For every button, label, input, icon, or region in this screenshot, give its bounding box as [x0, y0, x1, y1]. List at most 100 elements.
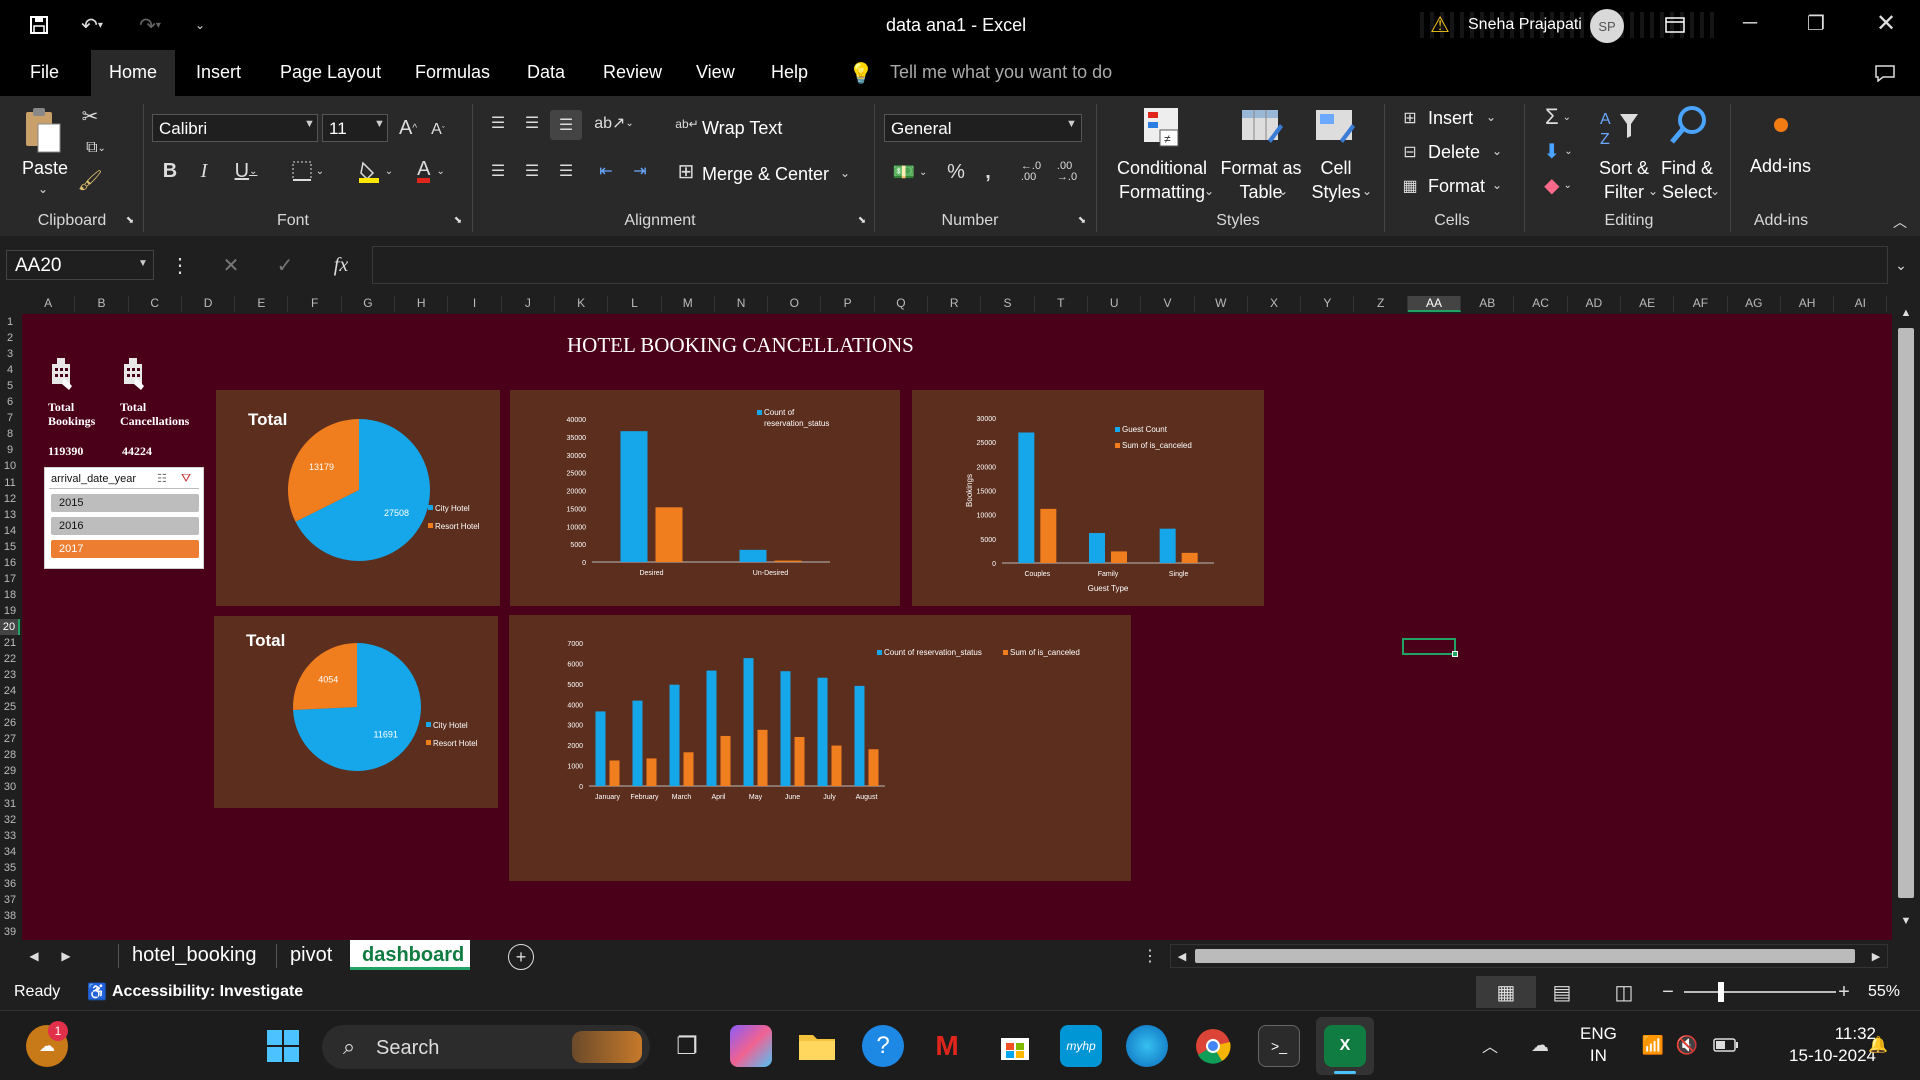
column-header[interactable]: AB [1461, 296, 1515, 312]
row-header[interactable]: 9 [0, 442, 20, 458]
insert-cells-icon[interactable]: ⊞ [1400, 106, 1420, 130]
comma-style-icon[interactable]: , [976, 158, 1000, 186]
orientation-icon[interactable]: ab↗ ⌄ [594, 110, 634, 136]
horizontal-scrollbar[interactable]: ◀ ▶ [1170, 944, 1888, 968]
zoom-slider-thumb[interactable] [1718, 982, 1724, 1002]
merge-center-button[interactable]: Merge & Center [702, 164, 829, 185]
row-header[interactable]: 11 [0, 475, 20, 491]
row-header[interactable]: 12 [0, 491, 20, 507]
column-header[interactable]: AE [1621, 296, 1675, 312]
selected-cell[interactable] [1402, 638, 1456, 655]
row-header[interactable]: 2 [0, 330, 20, 346]
column-header[interactable]: Z [1355, 296, 1408, 312]
tab-data[interactable]: Data [527, 62, 565, 83]
row-header[interactable]: 25 [0, 699, 20, 715]
more-icon[interactable]: ⋮ [170, 252, 190, 278]
column-header[interactable]: I [448, 296, 502, 312]
normal-view-icon[interactable]: ▦ [1492, 980, 1520, 1004]
format-as-table-icon[interactable] [1240, 104, 1284, 150]
row-header[interactable]: 29 [0, 763, 20, 779]
myhp-icon[interactable]: myhp [1060, 1025, 1102, 1067]
edge-icon[interactable] [1126, 1025, 1168, 1067]
clipboard-launcher-icon[interactable]: ⬊ [122, 212, 138, 228]
excel-taskbar-active-bg[interactable]: X [1316, 1017, 1374, 1075]
cell-styles-button[interactable]: Cell Styles [1306, 156, 1366, 204]
clear-icon[interactable]: ◆ ⌄ [1538, 172, 1578, 198]
alignment-launcher-icon[interactable]: ⬊ [854, 212, 870, 228]
column-header[interactable]: L [608, 296, 662, 312]
merge-dropdown-icon[interactable]: ⌄ [840, 166, 850, 180]
middle-align-icon[interactable]: ☰ [518, 110, 546, 136]
more-sheets-icon[interactable]: ⋮ [1140, 946, 1160, 966]
paste-icon[interactable] [22, 106, 62, 156]
find-select-icon[interactable] [1666, 104, 1712, 150]
user-name[interactable]: Sneha Prajapati [1468, 16, 1582, 34]
column-header[interactable]: AH [1781, 296, 1835, 312]
find-select-dropdown-icon[interactable]: ⌄ [1710, 184, 1720, 198]
add-ins-icon[interactable] [1774, 118, 1788, 132]
reservation-status-chart-panel[interactable]: 0 5000 10000 15000 20000 25000 30000 35000 40000… [510, 390, 900, 606]
column-header[interactable]: P [822, 296, 875, 312]
format-as-table-dropdown-icon[interactable]: ⌄ [1278, 184, 1288, 198]
clear-filter-icon[interactable]: ⛛ [181, 471, 191, 486]
vertical-scrollbar[interactable]: ▲ ▼ [1892, 294, 1920, 940]
conditional-formatting-button[interactable]: Conditional Formatting [1114, 156, 1210, 204]
column-header[interactable]: AD [1568, 296, 1621, 312]
align-center-icon[interactable]: ☰ [518, 158, 546, 184]
bottom-align-icon[interactable]: ☰ [550, 110, 582, 140]
column-header[interactable]: AA [1407, 296, 1462, 312]
sheet-tab-dashboard[interactable]: dashboard [362, 944, 464, 967]
column-header[interactable]: H [395, 296, 449, 312]
clock[interactable]: 11:32 15-10-2024 [1760, 1023, 1876, 1067]
onedrive-icon[interactable]: ☁ [1524, 1033, 1556, 1057]
row-header[interactable]: 30 [0, 779, 20, 795]
volume-muted-icon[interactable]: 🔇 [1674, 1033, 1700, 1057]
confirm-entry-icon[interactable]: ✓ [270, 252, 300, 278]
fill-handle[interactable] [1452, 651, 1458, 657]
copy-icon[interactable]: ⧉ ⌄ [78, 136, 114, 160]
row-header[interactable]: 20 [0, 618, 20, 636]
year-slicer[interactable]: arrival_date_year ☷ ⛛ 2015 2016 2017 [44, 467, 204, 569]
increase-indent-icon[interactable]: ⇥ [626, 158, 654, 184]
close-icon[interactable]: ✕ [1866, 8, 1906, 38]
column-header[interactable]: X [1248, 296, 1302, 312]
row-header[interactable]: 18 [0, 587, 20, 603]
row-header[interactable]: 37 [0, 892, 20, 908]
next-sheet-icon[interactable]: ▶ [56, 946, 76, 966]
horizontal-scroll-thumb[interactable] [1195, 949, 1855, 963]
monthly-chart-panel[interactable]: 0 1000 2000 3000 4000 5000 6000 7000 January Febr… [509, 615, 1131, 881]
scroll-right-icon[interactable]: ▶ [1865, 947, 1887, 965]
row-header[interactable]: 28 [0, 747, 20, 763]
conditional-formatting-dropdown-icon[interactable]: ⌄ [1204, 184, 1214, 198]
number-launcher-icon[interactable]: ⬊ [1074, 212, 1090, 228]
row-header[interactable]: 15 [0, 539, 20, 555]
percent-style-icon[interactable]: % [942, 158, 970, 186]
sort-filter-icon[interactable]: AZ [1598, 104, 1642, 150]
accounting-format-icon[interactable]: 💵 ⌄ [886, 158, 934, 186]
insert-function-icon[interactable]: fx [324, 252, 358, 278]
row-header[interactable]: 32 [0, 812, 20, 828]
row-header[interactable]: 13 [0, 507, 20, 523]
sort-filter-button[interactable]: Sort & Filter [1594, 156, 1654, 204]
column-header[interactable]: F [289, 296, 342, 312]
row-header[interactable]: 3 [0, 346, 20, 362]
fill-icon[interactable]: ⬇ ⌄ [1538, 138, 1578, 164]
top-align-icon[interactable]: ☰ [484, 110, 512, 136]
tab-file[interactable]: File [30, 62, 59, 83]
row-header[interactable]: 35 [0, 860, 20, 876]
prev-sheet-icon[interactable]: ◀ [24, 946, 44, 966]
delete-cells-button[interactable]: Delete [1428, 142, 1480, 163]
accessibility-status[interactable]: Accessibility: Investigate [112, 983, 303, 1001]
font-launcher-icon[interactable]: ⬊ [450, 212, 466, 228]
cancel-entry-icon[interactable]: ✕ [216, 252, 246, 278]
scroll-up-icon[interactable]: ▲ [1892, 304, 1920, 322]
tab-formulas[interactable]: Formulas [415, 62, 490, 83]
row-header[interactable]: 26 [0, 715, 20, 731]
align-right-icon[interactable]: ☰ [552, 158, 580, 184]
zoom-slider-track[interactable] [1684, 991, 1836, 993]
taskbar-search[interactable]: ⌕ Search [322, 1025, 650, 1069]
tab-view[interactable]: View [696, 62, 735, 83]
font-color-icon[interactable]: A ⌄ [406, 156, 456, 186]
tab-insert[interactable]: Insert [196, 62, 241, 83]
format-cells-button[interactable]: Format [1428, 176, 1485, 197]
